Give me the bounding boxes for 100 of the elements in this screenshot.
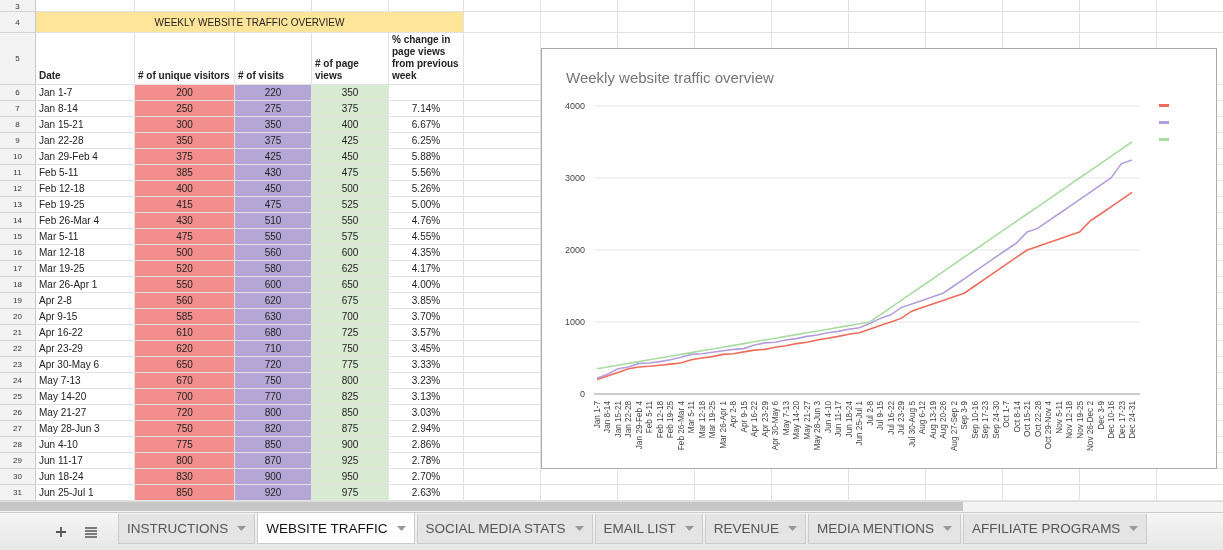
row-number[interactable]: 13 (0, 197, 36, 213)
row-number[interactable]: 21 (0, 325, 36, 341)
spreadsheet-cell[interactable] (849, 0, 926, 12)
spreadsheet-cell[interactable] (926, 12, 1003, 33)
table-cell: 550 (235, 229, 312, 245)
axis-label: Jul 2-8 (865, 401, 875, 426)
table-cell: 300 (135, 117, 235, 133)
legend-swatch (1159, 104, 1169, 107)
column-header: % change in page views from previous week (392, 34, 460, 82)
row-number[interactable]: 31 (0, 485, 36, 501)
row-number[interactable]: 20 (0, 309, 36, 325)
row-number[interactable]: 18 (0, 277, 36, 293)
table-cell: 925 (312, 453, 389, 469)
row-number[interactable]: 15 (0, 229, 36, 245)
table-cell: 870 (235, 453, 312, 469)
row-number[interactable]: 27 (0, 421, 36, 437)
sheet-tab[interactable]: WEBSITE TRAFFIC (257, 513, 415, 544)
column-header: # of unique visitors (138, 70, 230, 82)
legend-swatch (1159, 121, 1169, 124)
sheet-tab[interactable]: MEDIA MENTIONS (808, 514, 962, 544)
spreadsheet-cell[interactable] (772, 12, 849, 33)
row-number[interactable]: 8 (0, 117, 36, 133)
table-cell: 720 (135, 405, 235, 421)
axis-label: Aug 27-Sep 2 (949, 401, 959, 452)
row-number[interactable]: 23 (0, 357, 36, 373)
row-number[interactable]: 29 (0, 453, 36, 469)
axis-label: Jan 22-28 (624, 401, 634, 438)
row-number[interactable]: 26 (0, 405, 36, 421)
table-cell: 875 (312, 421, 389, 437)
axis-label: 0 (580, 389, 585, 399)
spreadsheet-cell[interactable] (849, 12, 926, 33)
row-number[interactable]: 14 (0, 213, 36, 229)
axis-label: Jan 1-7 (593, 401, 602, 429)
row-number[interactable]: 22 (0, 341, 36, 357)
row-number[interactable]: 4 (0, 12, 36, 33)
axis-label: Jan 29-Feb 4 (634, 401, 644, 450)
row-number[interactable]: 12 (0, 181, 36, 197)
spreadsheet-cell[interactable] (695, 0, 772, 12)
table-cell: 600 (235, 277, 312, 293)
axis-label: Apr 16-22 (750, 401, 760, 437)
spreadsheet-cell[interactable] (541, 0, 618, 12)
spreadsheet-cell[interactable] (464, 0, 541, 12)
axis-label: Mar 19-25 (708, 401, 718, 439)
table-cell: 550 (312, 213, 389, 229)
table-cell: 6.67% (389, 117, 464, 133)
axis-label: 4000 (564, 101, 585, 111)
spreadsheet-cell[interactable] (464, 469, 541, 485)
sheet-tab[interactable]: INSTRUCTIONS (118, 514, 256, 544)
spreadsheet-cell[interactable] (695, 12, 772, 33)
spreadsheet-cell[interactable] (772, 0, 849, 12)
sheet-tab[interactable]: SOCIAL MEDIA STATS (416, 514, 593, 544)
table-cell: 920 (235, 485, 312, 501)
spreadsheet-cell[interactable] (389, 85, 464, 101)
table-cell: 750 (135, 421, 235, 437)
row-number[interactable]: 7 (0, 101, 36, 117)
legend-swatch (1159, 138, 1169, 141)
spreadsheet-cell[interactable] (464, 12, 541, 33)
row-number[interactable]: 17 (0, 261, 36, 277)
spreadsheet-cell[interactable] (541, 12, 618, 33)
axis-label: Feb 26-Mar 4 (676, 401, 686, 451)
table-cell: 3.85% (389, 293, 464, 309)
horizontal-scrollbar[interactable] (0, 501, 1223, 512)
row-number[interactable]: 5 (0, 33, 36, 85)
spreadsheet-cell[interactable] (926, 0, 1003, 12)
axis-label: Dec 17-23 (1117, 401, 1127, 439)
table-cell: 2.86% (389, 437, 464, 453)
row-number[interactable]: 25 (0, 389, 36, 405)
spreadsheet-cell[interactable] (618, 0, 695, 12)
table-cell: 425 (312, 133, 389, 149)
sheet-tab[interactable]: AFFILIATE PROGRAMS (963, 514, 1148, 544)
row-number[interactable]: 6 (0, 85, 36, 101)
row-number[interactable]: 30 (0, 469, 36, 485)
row-number[interactable]: 28 (0, 437, 36, 453)
caret-icon (574, 526, 584, 531)
table-cell: 800 (135, 453, 235, 469)
table-cell: 250 (135, 101, 235, 117)
spreadsheet-cell[interactable] (618, 12, 695, 33)
row-number[interactable]: 9 (0, 133, 36, 149)
spreadsheet-cell[interactable] (1080, 12, 1157, 33)
table-cell: 710 (235, 341, 312, 357)
sheet-tab[interactable]: REVENUE (704, 514, 807, 544)
spreadsheet-cell[interactable] (1003, 12, 1080, 33)
spreadsheet-cell[interactable] (1080, 0, 1157, 12)
row-number[interactable]: 10 (0, 149, 36, 165)
table-cell: 375 (235, 133, 312, 149)
sheet-tab[interactable]: EMAIL LIST (594, 514, 703, 544)
row-number[interactable]: 19 (0, 293, 36, 309)
table-cell: 375 (135, 149, 235, 165)
table-cell: 4.17% (389, 261, 464, 277)
axis-label: Aug 20-26 (939, 401, 949, 439)
row-number[interactable]: 16 (0, 245, 36, 261)
axis-label: Oct 22-28 (1033, 401, 1043, 437)
row-number[interactable]: 24 (0, 373, 36, 389)
table-cell: 520 (135, 261, 235, 277)
table-cell: 775 (312, 357, 389, 373)
row-number[interactable]: 11 (0, 165, 36, 181)
spreadsheet-cell[interactable] (1003, 0, 1080, 12)
table-cell: 750 (312, 341, 389, 357)
row-number[interactable]: 3 (0, 0, 36, 12)
table-cell: 510 (235, 213, 312, 229)
